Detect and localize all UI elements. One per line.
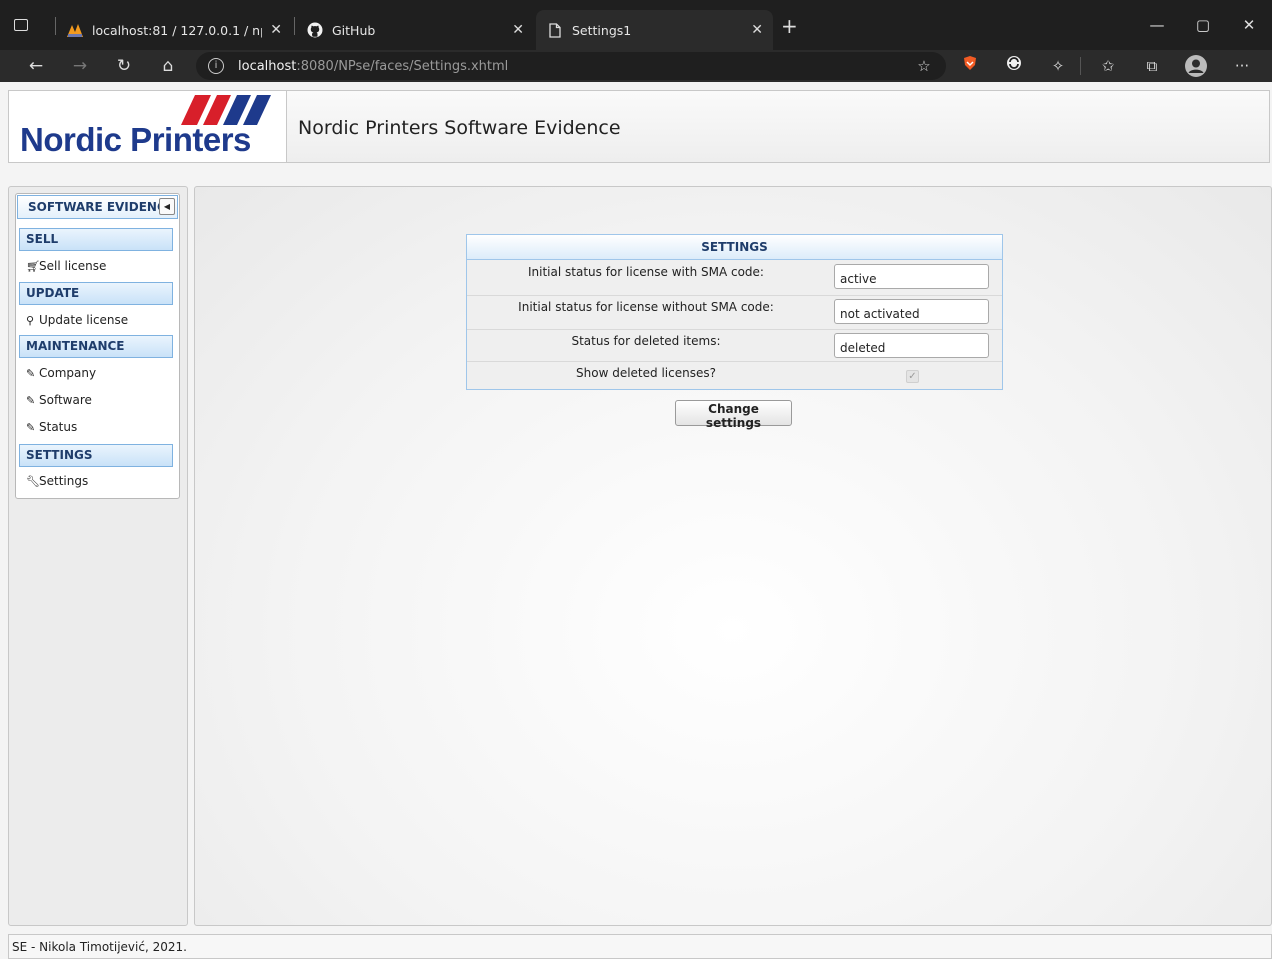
close-tab-icon[interactable]: ✕ (751, 22, 763, 38)
settings-row-show-deleted: Show deleted licenses? ✓ (467, 361, 1002, 389)
show-deleted-checkbox[interactable]: ✓ (906, 370, 919, 383)
minimize-icon[interactable]: — (1134, 16, 1180, 34)
back-icon[interactable]: ← (24, 55, 48, 77)
settings-panel: SETTINGS Initial status for license with… (466, 234, 1003, 390)
extensions-icon[interactable]: ✧ (1046, 55, 1070, 77)
search-icon: ⚲ (26, 314, 35, 327)
sidebar-section-settings[interactable]: SETTINGS (19, 444, 173, 467)
deleted-status-input[interactable] (834, 333, 989, 358)
settings-row-no-sma: Initial status for license without SMA c… (467, 295, 1002, 329)
sidebar-item-label: Sell license (39, 259, 107, 273)
sidebar-item-status[interactable]: ✎ Status (26, 418, 77, 436)
new-tab-button[interactable]: + (781, 16, 798, 36)
pencil-icon: ✎ (26, 394, 36, 407)
sidebar-menu: SOFTWARE EVIDENCE ◀ SELL 🛒︎Sell license … (15, 193, 180, 499)
settings-label: Status for deleted items: (571, 334, 721, 348)
sidebar-title: SOFTWARE EVIDENCE ◀ (17, 195, 178, 219)
page: Nordic Printers Nordic Printers Software… (0, 82, 1272, 959)
address-bar[interactable]: i localhost:8080/NPse/faces/Settings.xht… (196, 52, 946, 80)
change-settings-button[interactable]: Change settings (675, 400, 792, 430)
profile-avatar-icon[interactable] (1184, 55, 1208, 77)
logo[interactable]: Nordic Printers (9, 91, 287, 162)
sidebar-section-maintenance[interactable]: MAINTENANCE (19, 335, 173, 358)
home-icon[interactable]: ⌂ (156, 55, 180, 77)
page-header: Nordic Printers Nordic Printers Software… (8, 90, 1270, 163)
tab-separator (294, 17, 295, 35)
pencil-icon: ✎ (26, 421, 36, 434)
page-title: Nordic Printers Software Evidence (298, 117, 621, 139)
maximize-icon[interactable]: ▢ (1180, 16, 1226, 34)
github-icon (306, 21, 324, 39)
sidebar-item-label: Software (39, 393, 92, 407)
tab-phpmyadmin[interactable]: localhost:81 / 127.0.0.1 / npsoftw ✕ (56, 10, 292, 50)
wrench-icon: 🔧︎ (26, 475, 40, 488)
status-with-sma-input[interactable] (834, 264, 989, 289)
page-icon (546, 21, 564, 39)
close-tab-icon[interactable]: ✕ (270, 22, 282, 38)
sidebar-item-label: Settings (39, 474, 89, 488)
sidebar-item-label: Company (39, 366, 97, 380)
sidebar-section-sell[interactable]: SELL (19, 228, 173, 251)
sidebar: SOFTWARE EVIDENCE ◀ SELL 🛒︎Sell license … (8, 186, 188, 926)
tab-title: GitHub (332, 22, 376, 38)
close-window-icon[interactable]: ✕ (1226, 16, 1272, 34)
tab-actions-button[interactable] (14, 14, 50, 36)
browser-toolbar: ← → ↻ ⌂ i localhost:8080/NPse/faces/Sett… (0, 50, 1272, 82)
settings-panel-title: SETTINGS (467, 235, 1002, 260)
toolbar-separator (1080, 57, 1081, 75)
sync-extension-icon[interactable] (1002, 55, 1026, 77)
tab-title: localhost:81 / 127.0.0.1 / npsoftw (92, 22, 262, 38)
tab-settings1[interactable]: Settings1 ✕ (536, 10, 773, 50)
tab-title: Settings1 (572, 22, 632, 38)
sidebar-item-sell-license[interactable]: 🛒︎Sell license (26, 257, 106, 275)
settings-row-sma: Initial status for license with SMA code… (467, 261, 1002, 295)
tab-github[interactable]: GitHub ✕ (296, 10, 534, 50)
extension-shield-icon[interactable] (958, 55, 982, 77)
settings-label: Show deleted licenses? (576, 366, 716, 380)
pencil-icon: ✎ (26, 367, 36, 380)
sidebar-item-software[interactable]: ✎ Software (26, 391, 92, 409)
sidebar-item-label: Status (39, 420, 78, 434)
settings-row-deleted: Status for deleted items: (467, 329, 1002, 363)
close-tab-icon[interactable]: ✕ (512, 22, 524, 38)
add-favorite-icon[interactable]: ☆ (912, 55, 936, 77)
url-host: localhost (238, 58, 297, 74)
main-content: SETTINGS Initial status for license with… (194, 186, 1272, 926)
sidebar-section-update[interactable]: UPDATE (19, 282, 173, 305)
more-menu-icon[interactable]: ··· (1230, 55, 1254, 77)
collections-icon[interactable]: ⧉ (1140, 55, 1164, 77)
sidebar-item-update-license[interactable]: ⚲ Update license (26, 311, 128, 329)
collapse-sidebar-button[interactable]: ◀ (159, 198, 175, 215)
status-without-sma-input[interactable] (834, 299, 989, 324)
sidebar-title-label: SOFTWARE EVIDENCE (28, 200, 174, 214)
sidebar-item-label: Update license (39, 313, 129, 327)
page-footer: SE - Nikola Timotijević, 2021. (8, 934, 1272, 959)
browser-tab-bar: localhost:81 / 127.0.0.1 / npsoftw ✕ Git… (0, 0, 1272, 50)
phpmyadmin-icon (66, 21, 84, 39)
tab-actions-icon (14, 19, 28, 31)
sidebar-item-company[interactable]: ✎ Company (26, 364, 96, 382)
logo-text: Nordic Printers (20, 121, 251, 158)
sidebar-item-settings[interactable]: 🔧︎Settings (26, 472, 88, 490)
url-path: :8080/NPse/faces/Settings.xhtml (296, 58, 509, 74)
forward-icon[interactable]: → (68, 55, 92, 77)
settings-label: Initial status for license without SMA c… (518, 300, 774, 314)
site-info-icon[interactable]: i (208, 58, 224, 74)
cart-icon: 🛒︎ (26, 260, 40, 273)
refresh-icon[interactable]: ↻ (112, 55, 136, 77)
favorites-icon[interactable]: ✩ (1096, 55, 1120, 77)
settings-label: Initial status for license with SMA code… (528, 265, 764, 279)
